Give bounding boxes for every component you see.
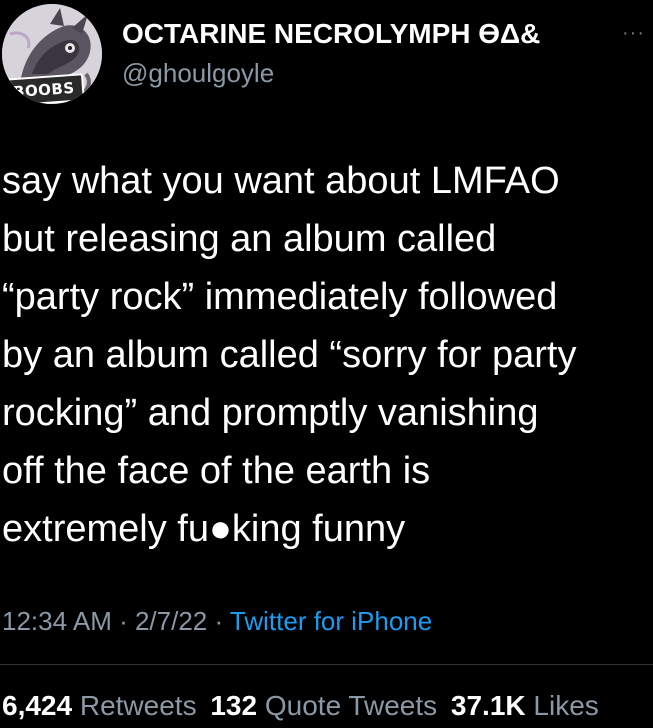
- tweet-text-line: but releasing an album called: [2, 218, 497, 260]
- tweet-text-line: say what you want about LMFAO: [2, 160, 560, 202]
- more-options-icon[interactable]: ···: [622, 23, 645, 43]
- tweet-text: say what you want about LMFAO but releas…: [2, 152, 650, 558]
- retweets-label: Retweets: [79, 690, 197, 721]
- retweets-stat[interactable]: 6,424 Retweets: [2, 690, 197, 721]
- tweet-text-line: rocking” and promptly vanishing: [2, 392, 539, 434]
- avatar[interactable]: BOOBS: [2, 4, 102, 104]
- tweet-meta: 12:34 AM · 2/7/22 · Twitter for iPhone: [2, 606, 432, 637]
- tweet-date[interactable]: 2/7/22: [135, 606, 207, 636]
- quote-tweets-label: Quote Tweets: [264, 690, 438, 721]
- tweet-source-link[interactable]: Twitter for iPhone: [230, 606, 432, 636]
- tweet-text-line: off the face of the earth is: [2, 450, 431, 492]
- tweet-text-line: by an album called “sorry for party: [2, 334, 577, 376]
- meta-separator: ·: [111, 606, 135, 636]
- meta-separator: ·: [207, 606, 230, 636]
- tweet-stats: 6,424 Retweets 132 Quote Tweets 37.1K Li…: [2, 690, 605, 722]
- user-handle[interactable]: @ghoulgoyle: [122, 58, 274, 89]
- tweet-text-line: extremely fu●king funny: [2, 508, 406, 550]
- avatar-badge: BOOBS: [3, 73, 85, 104]
- display-name[interactable]: OCTARINE NECROLYMPH ϴΔ&: [122, 18, 540, 50]
- likes-count: 37.1K: [450, 690, 526, 721]
- tweet-header: BOOBS OCTARINE NECROLYMPH ϴΔ& @ghoulgoyl…: [0, 0, 653, 120]
- tweet-text-line: “party rock” immediately followed: [2, 276, 558, 318]
- likes-stat[interactable]: 37.1K Likes: [451, 690, 599, 721]
- retweets-count: 6,424: [2, 690, 73, 721]
- tweet-time[interactable]: 12:34 AM: [2, 606, 112, 636]
- likes-label: Likes: [533, 690, 599, 721]
- divider: [0, 664, 653, 665]
- quote-tweets-stat[interactable]: 132 Quote Tweets: [210, 690, 437, 721]
- quote-tweets-count: 132: [210, 690, 258, 721]
